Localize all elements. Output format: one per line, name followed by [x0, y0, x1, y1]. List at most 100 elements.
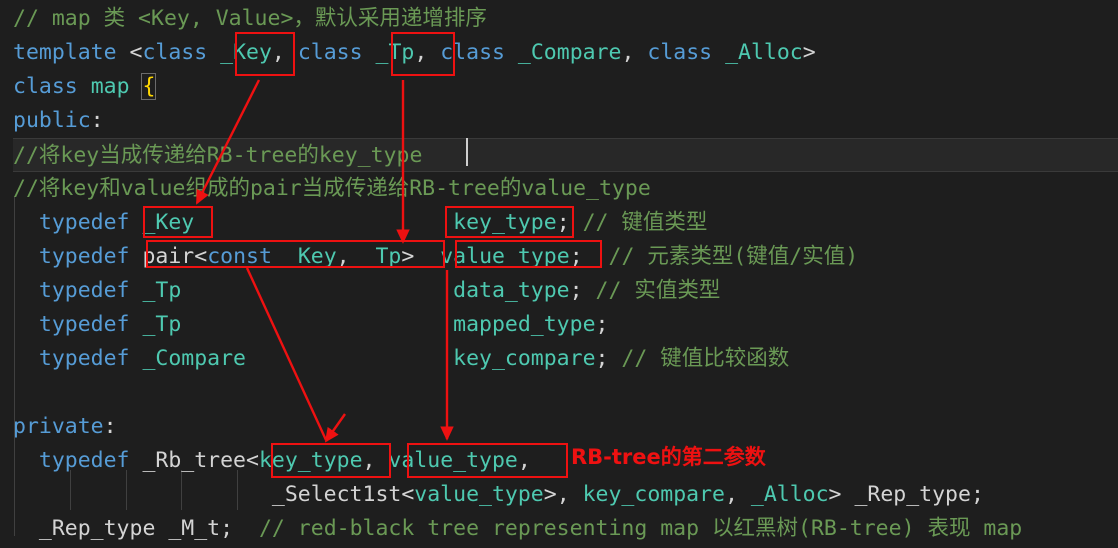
code-token: // 元素类型(键值/实值): [608, 244, 859, 269]
code-token: public: [13, 108, 91, 133]
code-token: <: [246, 448, 259, 473]
code-lines-container[interactable]: // map 类 <Key, Value>，默认采用递增排序 template <…: [0, 0, 1118, 548]
code-token: >: [401, 244, 441, 269]
code-token: class: [142, 40, 208, 65]
code-token: private: [13, 414, 104, 439]
code-token: ,: [271, 40, 298, 65]
code-token: typedef: [38, 244, 130, 269]
code-token: _Alloc: [750, 482, 829, 507]
code-token: typedef: [38, 210, 130, 235]
code-token: ;: [970, 482, 984, 507]
code-token: _Rb_tree: [142, 448, 247, 473]
code-token: ,: [517, 448, 531, 473]
code-token: class: [13, 74, 78, 99]
code-line[interactable]: typedef _Compare key_compare; // 键值比较函数: [13, 342, 789, 376]
code-token: :: [90, 108, 104, 133]
code-line[interactable]: template <class _Key, class _Tp, class _…: [13, 36, 816, 70]
code-token: // 实值类型: [595, 278, 721, 303]
code-line[interactable]: _Select1st<value_type>, key_compare, _Al…: [13, 478, 984, 512]
code-line[interactable]: //将key当成传递给RB-tree的key_type: [13, 138, 1118, 172]
code-line[interactable]: typedef _Key key_type; // 键值类型: [13, 206, 708, 240]
code-token: const: [207, 244, 272, 269]
code-token: template: [13, 40, 117, 65]
text-caret: [466, 138, 468, 166]
code-token: // map: [13, 6, 104, 31]
code-token: class: [647, 40, 713, 65]
code-token: {: [141, 73, 157, 100]
code-token: _Key: [284, 244, 337, 269]
code-token: map: [90, 74, 130, 99]
code-token: _Compare: [517, 40, 622, 65]
code-line[interactable]: typedef _Tp data_type; // 实值类型: [13, 274, 720, 308]
code-token: class: [440, 40, 505, 65]
code-line[interactable]: typedef _Rb_tree<key_type, value_type,: [13, 444, 531, 478]
code-token: ,: [414, 40, 441, 65]
code-token: ,: [336, 244, 363, 269]
code-token: ;: [220, 516, 259, 541]
code-token: ,: [362, 448, 389, 473]
code-token: ,: [724, 482, 751, 507]
code-editor[interactable]: // map 类 <Key, Value>，默认采用递增排序 template <…: [0, 0, 1118, 548]
code-token: >: [802, 40, 816, 65]
code-token: ;: [556, 210, 583, 235]
code-token: typedef: [38, 448, 130, 473]
code-token: _Tp: [362, 244, 402, 269]
code-token: typedef: [38, 278, 130, 303]
code-token: _Alloc: [725, 40, 803, 65]
code-token: key_compare: [453, 346, 596, 371]
code-line[interactable]: private:: [13, 410, 117, 444]
code-token: <: [194, 244, 208, 269]
code-token: >: [828, 482, 855, 507]
code-token: _M_t: [168, 516, 221, 541]
code-token: ;: [569, 278, 596, 303]
code-token: typedef: [38, 346, 130, 371]
code-line[interactable]: // map 类 <Key, Value>，默认采用递增排序: [13, 2, 487, 36]
code-token: _Rep_type: [854, 482, 971, 507]
code-line[interactable]: typedef pair<const _Key, _Tp> value_type…: [13, 240, 858, 274]
code-token: <: [401, 482, 415, 507]
code-line[interactable]: class map {: [13, 70, 157, 104]
code-line[interactable]: _Rep_type _M_t; // red-black tree repres…: [13, 512, 1022, 546]
code-token: >,: [543, 482, 583, 507]
code-line[interactable]: public:: [13, 104, 104, 138]
code-token: ;: [569, 244, 609, 269]
code-token: ;: [595, 346, 622, 371]
code-token: _Tp: [375, 40, 415, 65]
code-token: _Key: [220, 40, 272, 65]
code-token: _Rep_type: [38, 516, 156, 541]
code-token: // 键值类型: [582, 210, 708, 235]
code-token: _Key: [142, 210, 195, 235]
code-token: :: [103, 414, 117, 439]
code-line[interactable]: //将key和value组成的pair当成传递给RB-tree的value_ty…: [13, 172, 651, 206]
code-token: value_type: [440, 244, 570, 269]
code-token: _Compare: [142, 346, 247, 371]
code-line[interactable]: typedef _Tp mapped_type;: [13, 308, 609, 342]
code-token: //将key当成传递给RB-tree的key_type: [13, 143, 423, 168]
code-token: <: [116, 40, 143, 65]
code-token: key_type: [453, 210, 557, 235]
code-token: ,: [621, 40, 648, 65]
code-token: ;: [595, 312, 609, 337]
